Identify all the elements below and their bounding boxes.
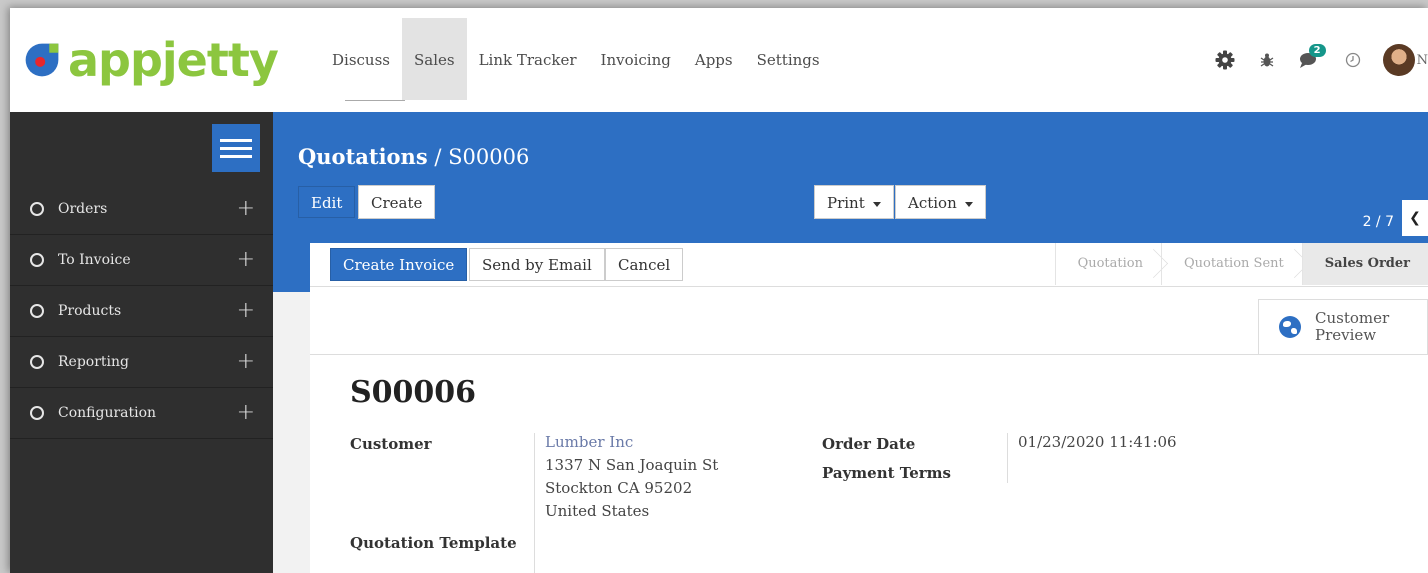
- field-divider: [534, 433, 535, 573]
- chat-icon[interactable]: 2: [1299, 44, 1326, 69]
- top-navbar: appjetty Discuss Sales Link Tracker Invo…: [10, 8, 1428, 112]
- chat-badge: 2: [1308, 44, 1326, 57]
- user-name[interactable]: N: [1417, 53, 1428, 68]
- menu-settings[interactable]: Settings: [745, 18, 832, 100]
- sidebar-item-label: Reporting: [58, 354, 129, 370]
- sidebar-item-to-invoice[interactable]: To Invoice +: [10, 235, 273, 286]
- address-line-3: United States: [545, 502, 650, 520]
- app-window: appjetty Discuss Sales Link Tracker Invo…: [10, 8, 1428, 573]
- sidebar-item-label: Products: [58, 303, 122, 319]
- pager-previous-icon[interactable]: ❮: [1402, 200, 1428, 236]
- customer-preview-button[interactable]: Customer Preview: [1258, 299, 1428, 354]
- customer-link[interactable]: Lumber Inc: [545, 431, 718, 454]
- expand-plus-icon[interactable]: +: [237, 349, 255, 374]
- sidebar: Orders + To Invoice + Products + Reporti…: [10, 112, 273, 573]
- circle-icon: [30, 202, 44, 216]
- circle-icon: [30, 304, 44, 318]
- create-invoice-button[interactable]: Create Invoice: [330, 248, 468, 281]
- sidebar-item-reporting[interactable]: Reporting +: [10, 337, 273, 388]
- pager-value[interactable]: 2 / 7: [1363, 214, 1394, 230]
- payment-terms-label: Payment Terms: [822, 464, 951, 482]
- gear-icon[interactable]: [1215, 50, 1235, 70]
- systray: 2 N: [1203, 44, 1428, 76]
- stage-quotation-sent[interactable]: Quotation Sent: [1161, 243, 1302, 285]
- breadcrumb: Quotations / S00006: [298, 144, 529, 169]
- circle-icon: [30, 253, 44, 267]
- main-menu: Discuss Sales Link Tracker Invoicing App…: [320, 18, 832, 100]
- logo-text: appjetty: [68, 33, 279, 87]
- form-sheet: Customer Preview S00006 Customer Lumber …: [310, 287, 1428, 573]
- caret-down-icon: [964, 201, 973, 207]
- menu-sales[interactable]: Sales: [401, 18, 467, 100]
- cancel-button[interactable]: Cancel: [605, 248, 684, 281]
- logo-mark-icon: [25, 43, 59, 77]
- breadcrumb-current: S00006: [448, 145, 530, 169]
- breadcrumb-separator: /: [434, 145, 442, 169]
- expand-plus-icon[interactable]: +: [237, 247, 255, 272]
- order-date-label: Order Date: [822, 435, 916, 453]
- action-label: Action: [908, 194, 957, 212]
- active-menu-underline: [345, 100, 405, 101]
- sidebar-item-orders[interactable]: Orders +: [10, 184, 273, 235]
- circle-icon: [30, 355, 44, 369]
- form-statusbar-header: Create Invoice Send by Email Cancel Quot…: [310, 243, 1428, 287]
- user-avatar[interactable]: [1382, 44, 1415, 76]
- preview-line-2: Preview: [1315, 326, 1377, 344]
- customer-preview-label: Customer Preview: [1315, 310, 1389, 344]
- preview-line-1: Customer: [1315, 309, 1390, 327]
- main-content: Quotations / S00006 Edit Create Print Ac…: [273, 112, 1428, 573]
- order-date-value: 01/23/2020 11:41:06: [1018, 433, 1177, 451]
- expand-plus-icon[interactable]: +: [237, 400, 255, 425]
- action-dropdown[interactable]: Action: [895, 185, 986, 219]
- circle-icon: [30, 406, 44, 420]
- status-bar: Quotation Quotation Sent Sales Order: [1054, 243, 1428, 285]
- menu-invoicing[interactable]: Invoicing: [589, 18, 683, 100]
- stage-quotation[interactable]: Quotation: [1054, 243, 1161, 285]
- sidebar-item-configuration[interactable]: Configuration +: [10, 388, 273, 439]
- menu-link-tracker[interactable]: Link Tracker: [467, 18, 589, 100]
- print-label: Print: [827, 194, 865, 212]
- menu-apps[interactable]: Apps: [683, 18, 745, 100]
- expand-plus-icon[interactable]: +: [237, 298, 255, 323]
- edit-button[interactable]: Edit: [298, 186, 356, 218]
- sidebar-item-label: Configuration: [58, 405, 157, 421]
- globe-icon: [1279, 316, 1301, 338]
- menu-discuss[interactable]: Discuss: [320, 18, 402, 100]
- create-button[interactable]: Create: [358, 185, 436, 219]
- address-line-1: 1337 N San Joaquin St: [545, 456, 719, 474]
- sidebar-menu: Orders + To Invoice + Products + Reporti…: [10, 184, 273, 439]
- smart-button-box: Customer Preview: [310, 287, 1428, 355]
- stage-sales-order[interactable]: Sales Order: [1301, 243, 1428, 285]
- customer-field: Lumber Inc 1337 N San Joaquin St Stockto…: [545, 431, 718, 523]
- menu-toggle-icon[interactable]: [212, 124, 260, 172]
- caret-down-icon: [872, 201, 881, 207]
- expand-plus-icon[interactable]: +: [237, 196, 255, 221]
- quotation-template-label: Quotation Template: [350, 534, 517, 552]
- print-dropdown[interactable]: Print: [814, 185, 894, 219]
- appjetty-logo[interactable]: appjetty: [22, 32, 279, 88]
- order-name-title: S00006: [350, 375, 477, 410]
- sidebar-item-products[interactable]: Products +: [10, 286, 273, 337]
- address-line-2: Stockton CA 95202: [545, 479, 693, 497]
- send-by-email-button[interactable]: Send by Email: [469, 248, 605, 281]
- field-divider: [1007, 433, 1008, 483]
- sidebar-item-label: To Invoice: [58, 252, 131, 268]
- breadcrumb-parent[interactable]: Quotations: [298, 144, 428, 169]
- clock-icon[interactable]: [1345, 52, 1361, 68]
- customer-label: Customer: [350, 435, 432, 453]
- bug-icon[interactable]: [1259, 52, 1275, 68]
- sidebar-item-label: Orders: [58, 201, 108, 217]
